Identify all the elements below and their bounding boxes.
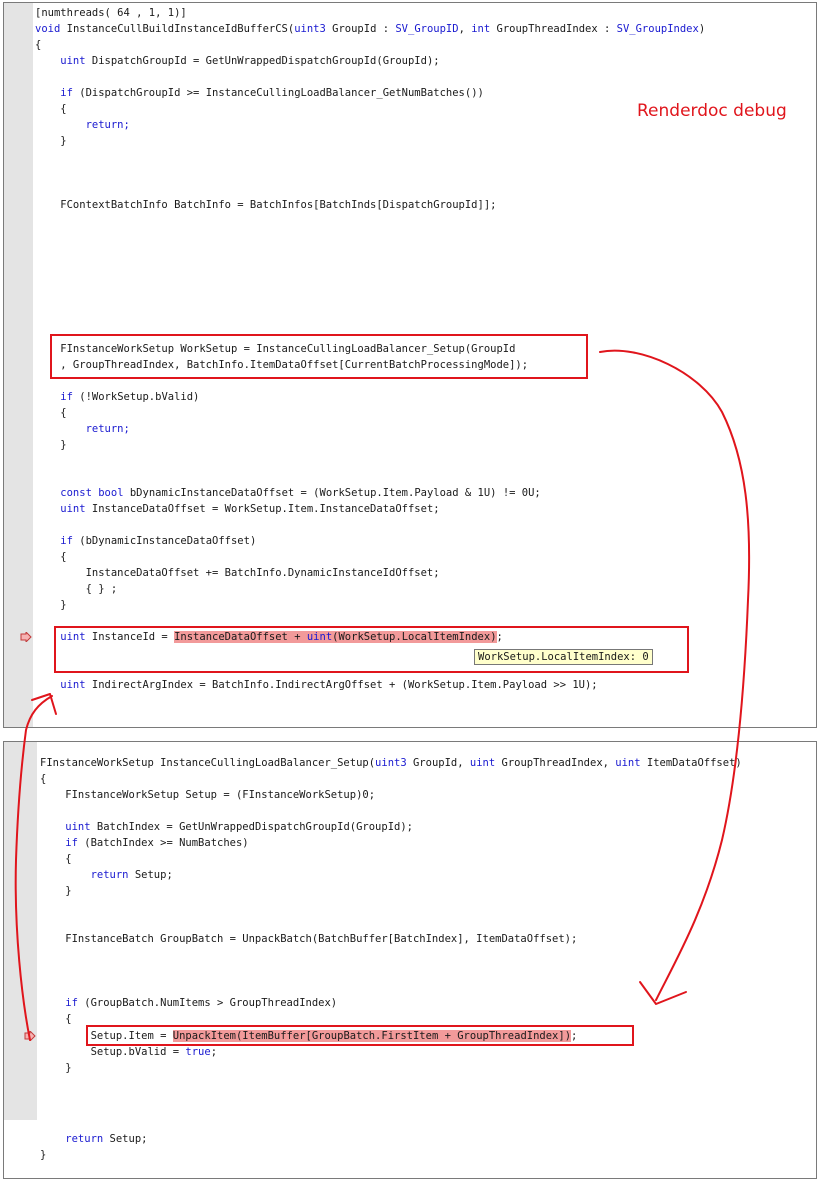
code-line: void InstanceCullBuildInstanceIdBufferCS… — [35, 23, 706, 35]
code-line: FContextBatchInfo BatchInfo = BatchInfos… — [35, 199, 497, 211]
editor-gutter[interactable] — [4, 742, 37, 1178]
code-line: } — [40, 1149, 47, 1161]
code-line: } — [35, 135, 67, 147]
code-line: { } ; — [35, 583, 118, 595]
code-line: { — [40, 853, 72, 865]
editor-gutter[interactable] — [4, 3, 33, 727]
current-line-arrow-icon — [20, 632, 32, 642]
code-line: } — [35, 599, 67, 611]
code-line: { — [40, 773, 47, 785]
annotation-box-setup-call — [50, 334, 588, 379]
code-line: return Setup; — [40, 1133, 148, 1145]
code-line: uint IndirectArgIndex = BatchInfo.Indire… — [35, 679, 598, 691]
code-line: return; — [35, 423, 130, 435]
code-line: return; — [35, 119, 130, 131]
code-line: { — [40, 1013, 72, 1025]
code-line: FInstanceWorkSetup Setup = (FInstanceWor… — [40, 789, 376, 801]
code-line: if (!WorkSetup.bValid) — [35, 391, 200, 403]
code-line: if (bDynamicInstanceDataOffset) — [35, 535, 257, 547]
code-line: } — [40, 1062, 72, 1074]
shader-source-pane-bottom: FInstanceWorkSetup InstanceCullingLoadBa… — [3, 741, 817, 1179]
code-line: { — [35, 103, 67, 115]
code-line: if (GroupBatch.NumItems > GroupThreadInd… — [40, 997, 338, 1009]
annotation-box-instance-id — [54, 626, 689, 673]
annotation-label: Renderdoc debug — [637, 101, 787, 121]
code-line: uint DispatchGroupId = GetUnWrappedDispa… — [35, 55, 440, 67]
code-line: FInstanceBatch GroupBatch = UnpackBatch(… — [40, 933, 578, 945]
code-line: { — [35, 39, 42, 51]
code-line: FInstanceWorkSetup InstanceCullingLoadBa… — [40, 757, 742, 769]
code-line: return Setup; — [40, 869, 173, 881]
code-line: Setup.bValid = true; — [40, 1046, 218, 1058]
code-line: const bool bDynamicInstanceDataOffset = … — [35, 487, 541, 499]
code-line: { — [35, 551, 67, 563]
annotation-box-unpack-item — [86, 1025, 634, 1046]
code-line: { — [35, 407, 67, 419]
code-line: uint BatchIndex = GetUnWrappedDispatchGr… — [40, 821, 413, 833]
code-line: uint InstanceDataOffset = WorkSetup.Item… — [35, 503, 440, 515]
code-line: } — [40, 885, 72, 897]
code-line: InstanceDataOffset += BatchInfo.DynamicI… — [35, 567, 440, 579]
code-line: if (DispatchGroupId >= InstanceCullingLo… — [35, 87, 484, 99]
code-line: if (BatchIndex >= NumBatches) — [40, 837, 249, 849]
current-line-arrow-icon — [24, 1031, 36, 1041]
code-line: } — [35, 439, 67, 451]
code-line: [numthreads( 64 , 1, 1)] — [35, 7, 187, 19]
